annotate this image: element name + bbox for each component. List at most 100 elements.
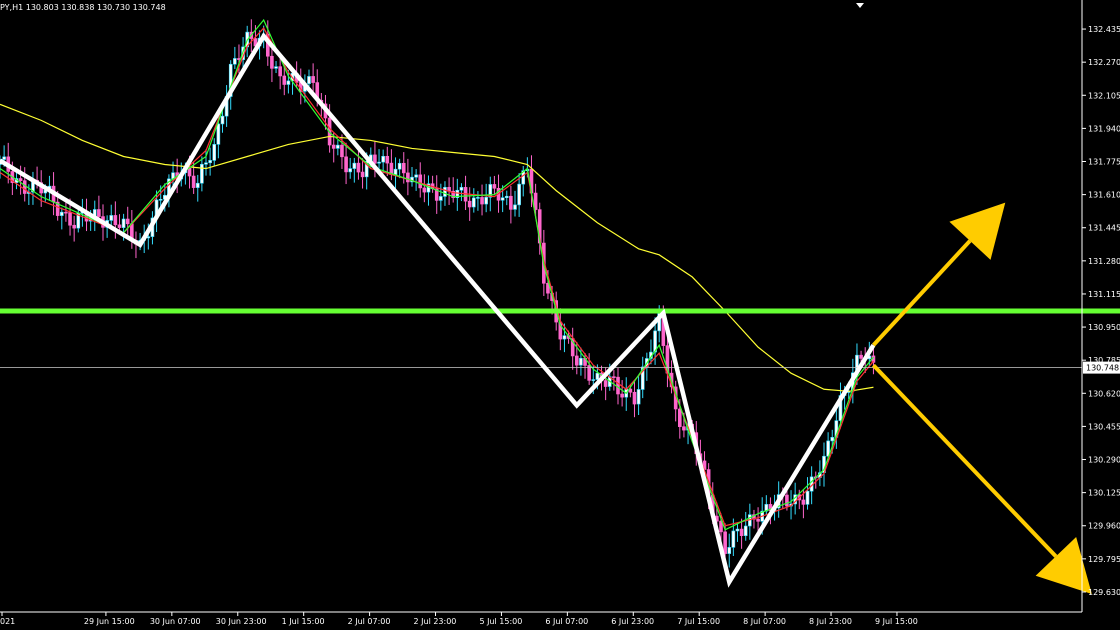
- x-tick-label: 7 Jul 15:00: [677, 617, 720, 626]
- candle-body: [517, 183, 521, 206]
- candle-body: [216, 123, 221, 145]
- candle-body: [208, 160, 212, 164]
- candle-body: [121, 218, 126, 228]
- candle-body: [406, 172, 410, 183]
- candle-body: [443, 187, 447, 197]
- candle-body: [233, 58, 237, 65]
- candle-body: [22, 180, 27, 194]
- candle-body: [756, 518, 760, 522]
- candle-body: [723, 531, 727, 554]
- candle-body: [414, 174, 418, 178]
- y-tick-label: 131.610: [1088, 191, 1120, 200]
- candles-layer: [0, 19, 876, 568]
- candle-body: [195, 182, 200, 188]
- candle-body: [59, 211, 64, 216]
- candle-body: [418, 174, 423, 189]
- candle-body: [356, 162, 361, 173]
- candle-body: [125, 218, 130, 225]
- candle-body: [212, 144, 217, 161]
- candle-body: [348, 168, 353, 173]
- y-tick-label: 130.290: [1088, 456, 1120, 465]
- candle-body: [459, 187, 464, 191]
- candle-body: [509, 195, 513, 210]
- candle-body: [731, 530, 736, 548]
- y-tick-label: 131.280: [1088, 257, 1120, 266]
- y-tick-label: 130.785: [1088, 356, 1120, 365]
- candle-body: [360, 171, 365, 178]
- candle-body: [187, 167, 192, 177]
- candle-body: [513, 204, 517, 210]
- candle-body: [574, 355, 579, 366]
- x-tick-label: 6 Jul 23:00: [611, 617, 654, 626]
- candle-body: [422, 187, 427, 193]
- candle-body: [352, 162, 357, 169]
- candle-body: [484, 196, 488, 205]
- candle-body: [373, 154, 377, 164]
- y-tick-label: 131.445: [1088, 224, 1120, 233]
- candle-body: [113, 215, 118, 226]
- candle-body: [72, 224, 76, 229]
- candle-body: [270, 55, 274, 69]
- candle-body: [591, 379, 596, 381]
- candle-body: [311, 76, 315, 83]
- y-tick-label: 131.940: [1088, 124, 1120, 133]
- candle-body: [735, 528, 740, 532]
- candle-body: [562, 335, 567, 340]
- x-tick-label: 9 Jul 15:00: [875, 617, 918, 626]
- y-tick-label: 132.270: [1088, 58, 1120, 67]
- y-tick-label: 132.105: [1088, 91, 1120, 100]
- x-tick-label: 30 Jun 07:00: [150, 617, 201, 626]
- candle-body: [97, 209, 101, 217]
- candle-body: [439, 196, 443, 201]
- candle-body: [117, 224, 122, 228]
- x-tick-label: 5 Jul 15:00: [479, 617, 522, 626]
- candle-body: [385, 155, 390, 164]
- scroll-marker-icon[interactable]: [856, 3, 864, 8]
- candle-body: [830, 437, 835, 442]
- candle-body: [377, 161, 381, 164]
- candle-body: [2, 156, 6, 160]
- candle-body: [739, 528, 744, 536]
- ma-yellow-line: [0, 103, 874, 392]
- candle-body: [785, 494, 789, 507]
- candle-body: [476, 197, 480, 199]
- candle-body: [579, 357, 583, 366]
- candle-body: [401, 162, 406, 174]
- candle-body: [612, 376, 616, 378]
- candle-body: [504, 195, 509, 199]
- candle-body: [805, 490, 810, 505]
- y-tick-label: 132.435: [1088, 25, 1120, 34]
- candle-body: [274, 66, 278, 69]
- candle-body: [68, 212, 72, 226]
- x-tick-label: 6 Jul 07:00: [545, 617, 588, 626]
- candle-body: [340, 144, 344, 158]
- candle-body: [801, 499, 806, 505]
- y-tick-label: 130.455: [1088, 422, 1120, 431]
- candle-body: [109, 215, 114, 221]
- x-tick-label: 2 Jul 07:00: [348, 617, 391, 626]
- candle-body: [278, 66, 282, 77]
- y-tick-label: 129.630: [1088, 588, 1120, 597]
- indicator-layer: [0, 18, 874, 531]
- price-chart[interactable]: 130.748 132.435132.270132.105131.940131.…: [0, 0, 1120, 630]
- y-tick-label: 131.775: [1088, 158, 1120, 167]
- candle-body: [158, 199, 163, 201]
- candle-body: [393, 168, 398, 175]
- up-arrow-shaft[interactable]: [871, 239, 972, 347]
- ma-red-line: [0, 27, 874, 527]
- candle-body: [282, 75, 287, 85]
- candle-body: [381, 155, 385, 163]
- candle-body: [64, 211, 68, 214]
- candle-body: [286, 80, 291, 85]
- candle-body: [331, 144, 336, 149]
- candle-body: [603, 380, 608, 387]
- x-tick-label: 8 Jul 23:00: [809, 617, 852, 626]
- candle-body: [204, 162, 208, 165]
- candle-body: [220, 115, 225, 125]
- y-tick-label: 129.795: [1088, 555, 1120, 564]
- candle-body: [595, 372, 600, 380]
- candle-body: [492, 184, 497, 189]
- down-arrow-shaft[interactable]: [871, 363, 1058, 558]
- candle-body: [200, 163, 204, 184]
- candle-body: [467, 200, 472, 208]
